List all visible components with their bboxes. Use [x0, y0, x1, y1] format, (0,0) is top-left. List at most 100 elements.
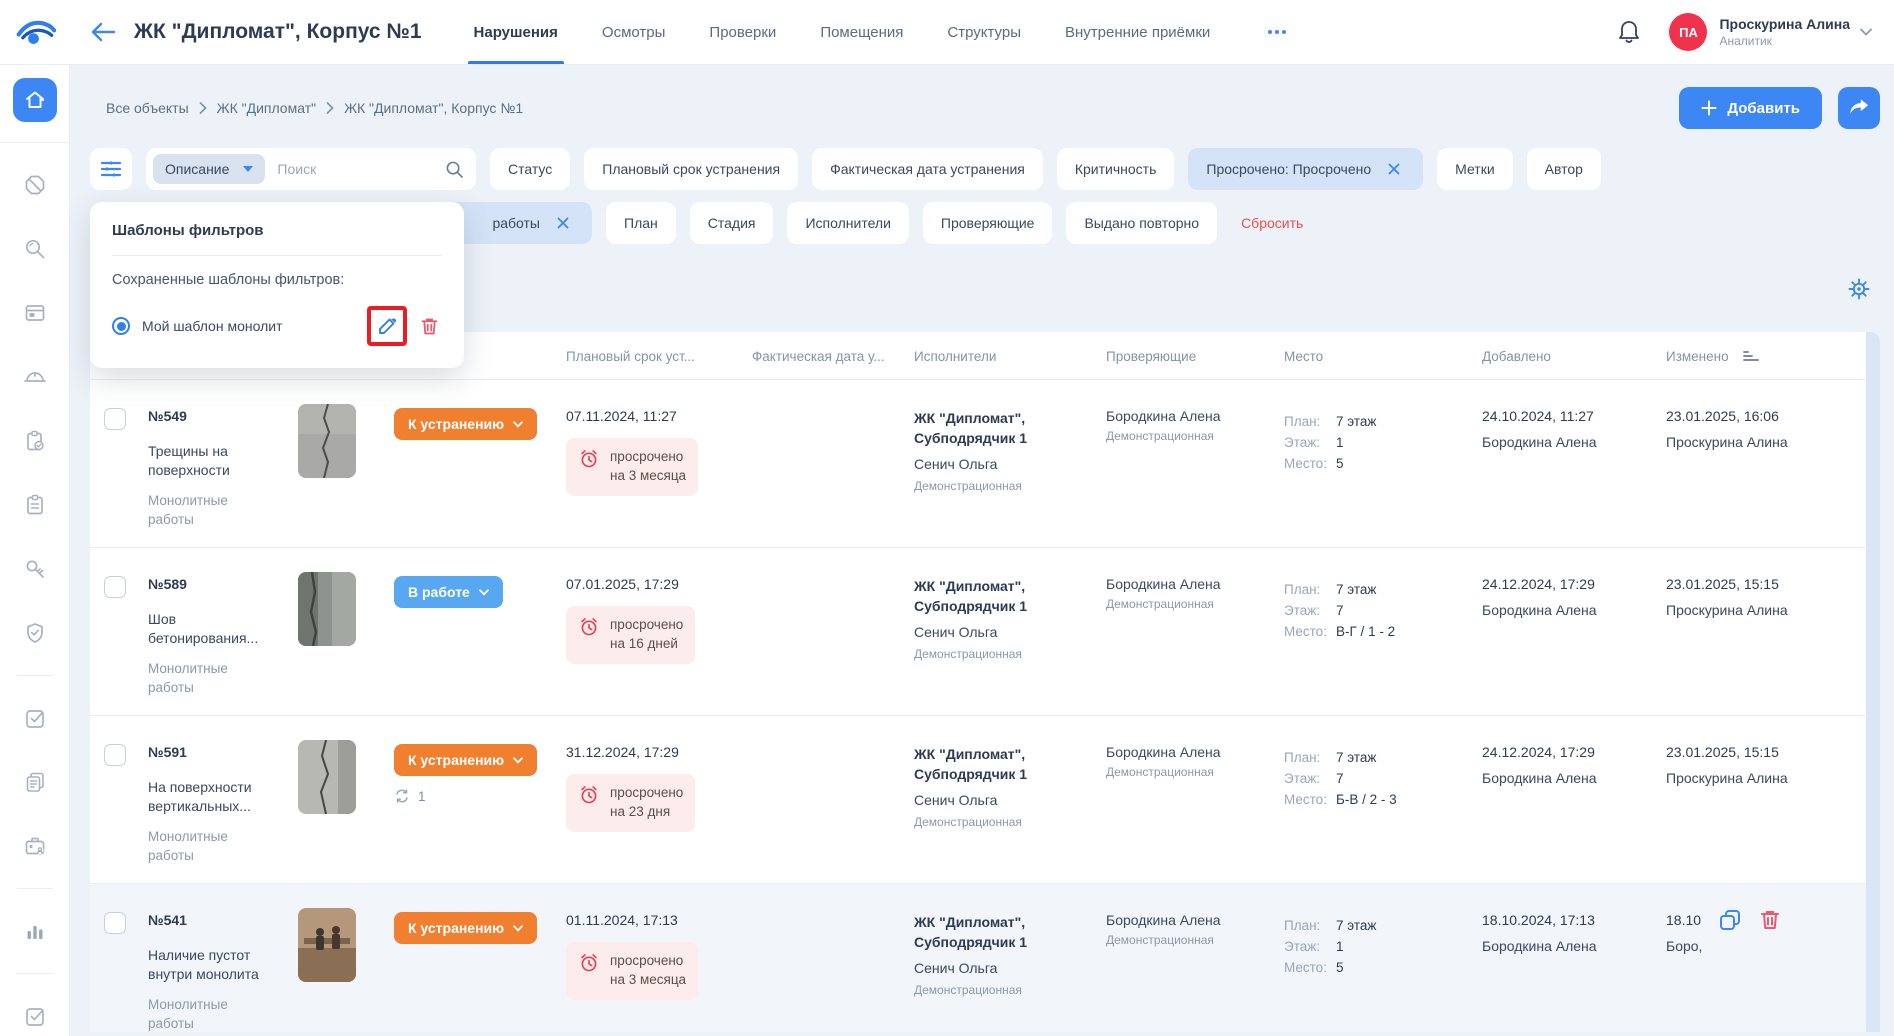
- tab-inspections[interactable]: Осмотры: [602, 0, 666, 64]
- reset-filters-button[interactable]: Сбросить: [1241, 215, 1303, 231]
- avatar[interactable]: ПА: [1669, 13, 1707, 51]
- sidebar-item-documents[interactable]: [13, 483, 57, 527]
- tab-rooms[interactable]: Помещения: [820, 0, 903, 64]
- chevron-down-icon[interactable]: [1860, 28, 1872, 36]
- filter-chip-executors[interactable]: Исполнители: [787, 202, 908, 244]
- actual-date: [752, 716, 914, 754]
- col-header-executors[interactable]: Исполнители: [914, 349, 1106, 364]
- filter-chip-reviewers[interactable]: Проверяющие: [923, 202, 1053, 244]
- sidebar-item-violations[interactable]: [13, 163, 57, 207]
- table-row[interactable]: №541 Наличие пустот внутри монолита Моно…: [90, 884, 1880, 1032]
- table-row[interactable]: №589 Шов бетонирования... Монолитные раб…: [90, 548, 1880, 716]
- alarm-clock-icon: [578, 616, 600, 638]
- table-settings-button[interactable]: [1838, 268, 1880, 310]
- status-pill[interactable]: К устранению: [394, 408, 537, 440]
- violation-photo[interactable]: [298, 740, 356, 814]
- tab-checks[interactable]: Проверки: [709, 0, 776, 64]
- filter-chip-stage[interactable]: Стадия: [690, 202, 774, 244]
- overdue-badge: просроченона 3 месяца: [566, 942, 698, 1000]
- executor-note: Демонстрационная: [914, 479, 1096, 493]
- filter-chip-actual-date[interactable]: Фактическая дата устранения: [812, 148, 1043, 190]
- user-name: Проскурина Алина: [1719, 16, 1850, 32]
- filter-chip-overdue-active[interactable]: Просрочено: Просрочено: [1188, 148, 1423, 190]
- sidebar-item-analytics[interactable]: [13, 909, 57, 953]
- search-icon: [445, 160, 464, 179]
- col-header-reviewers[interactable]: Проверяющие: [1106, 349, 1284, 364]
- eye-logo-icon: [16, 18, 56, 46]
- search-category-value: Описание: [165, 161, 229, 177]
- status-pill[interactable]: К устранению: [394, 744, 537, 776]
- add-button[interactable]: Добавить: [1679, 87, 1822, 129]
- search-icon: [23, 237, 47, 261]
- template-radio[interactable]: [112, 317, 130, 335]
- table-row[interactable]: №549 Трещины на поверхности Монолитные р…: [90, 380, 1880, 548]
- copy-row-button[interactable]: [1718, 908, 1742, 932]
- executor-person: Сенич Ольга: [914, 959, 1096, 979]
- overdue-badge: просроченона 3 месяца: [566, 438, 698, 496]
- back-button[interactable]: [90, 22, 116, 42]
- breadcrumb-item-all-objects[interactable]: Все объекты: [106, 100, 189, 116]
- tab-internal-acceptance[interactable]: Внутренние приёмки: [1065, 0, 1210, 64]
- search-category-select[interactable]: Описание: [153, 154, 265, 184]
- col-header-place[interactable]: Место: [1284, 349, 1482, 364]
- filter-chip-planned-date[interactable]: Плановый срок устранения: [584, 148, 798, 190]
- filter-settings-button[interactable]: [90, 148, 132, 190]
- col-header-added[interactable]: Добавлено: [1482, 349, 1666, 364]
- filter-chip-plan[interactable]: План: [606, 202, 676, 244]
- col-header-changed[interactable]: Изменено: [1666, 349, 1729, 364]
- filter-chip-reissued[interactable]: Выдано повторно: [1066, 202, 1217, 244]
- sidebar-item-safety[interactable]: [13, 611, 57, 655]
- photo-workers: [298, 908, 356, 982]
- breadcrumb-item-building[interactable]: ЖК "Дипломат", Корпус №1: [344, 100, 523, 116]
- sidebar-item-construction[interactable]: [13, 355, 57, 399]
- repeat-icon: [394, 788, 410, 804]
- edit-template-button[interactable]: [374, 313, 400, 339]
- planned-date: 07.11.2024, 11:27: [566, 408, 742, 424]
- violation-photo[interactable]: [298, 572, 356, 646]
- header-right: ПА Проскурина Алина Аналитик: [1617, 13, 1872, 51]
- table-row[interactable]: №591 На поверхности вертикальных... Моно…: [90, 716, 1880, 884]
- more-tabs-button[interactable]: [1262, 24, 1292, 40]
- sidebar-item-keys[interactable]: [13, 547, 57, 591]
- row-checkbox[interactable]: [104, 744, 126, 766]
- trash-icon: [1758, 908, 1782, 932]
- executor-org: ЖК "Дипломат",Субподрядчик 1: [914, 744, 1096, 785]
- status-pill[interactable]: В работе: [394, 576, 503, 608]
- sort-icon[interactable]: [1743, 350, 1759, 362]
- notifications-bell-button[interactable]: [1617, 19, 1641, 45]
- app-logo[interactable]: [14, 18, 58, 46]
- tab-structures[interactable]: Структуры: [947, 0, 1021, 64]
- filter-chip-status[interactable]: Статус: [490, 148, 570, 190]
- row-checkbox[interactable]: [104, 576, 126, 598]
- row-checkbox[interactable]: [104, 912, 126, 934]
- col-header-actual[interactable]: Фактическая дата у...: [752, 349, 914, 364]
- sidebar-item-approvals[interactable]: [13, 994, 57, 1036]
- table-scrollbar[interactable]: [1866, 332, 1880, 1032]
- user-meta: Проскурина Алина Аналитик: [1719, 16, 1850, 48]
- sidebar-item-acceptance[interactable]: [13, 419, 57, 463]
- row-checkbox[interactable]: [104, 408, 126, 430]
- sidebar-item-home[interactable]: [13, 78, 57, 122]
- violation-photo[interactable]: [298, 404, 356, 478]
- filter-chip-tags[interactable]: Метки: [1437, 148, 1513, 190]
- col-header-planned[interactable]: Плановый срок уст...: [566, 349, 752, 364]
- search-input[interactable]: [277, 161, 433, 177]
- tab-violations[interactable]: Нарушения: [474, 0, 558, 64]
- filter-chip-author[interactable]: Автор: [1527, 148, 1601, 190]
- sidebar-item-inspections[interactable]: [13, 227, 57, 271]
- delete-template-button[interactable]: [417, 314, 442, 339]
- violation-number: №591: [148, 744, 288, 760]
- violation-photo[interactable]: [298, 908, 356, 982]
- sidebar-item-rooms[interactable]: [13, 291, 57, 335]
- filter-chip-criticality[interactable]: Критичность: [1057, 148, 1175, 190]
- status-pill[interactable]: К устранению: [394, 912, 537, 944]
- sidebar-item-tasks[interactable]: [13, 696, 57, 740]
- sidebar-item-contractors[interactable]: [13, 824, 57, 868]
- share-button[interactable]: [1838, 87, 1880, 129]
- delete-row-button[interactable]: [1758, 908, 1782, 932]
- remove-filter-icon[interactable]: [1383, 158, 1405, 180]
- sidebar: [0, 64, 70, 1036]
- breadcrumb-item-complex[interactable]: ЖК "Дипломат": [217, 100, 316, 116]
- sidebar-item-registry[interactable]: [13, 760, 57, 804]
- remove-filter-icon[interactable]: [552, 212, 574, 234]
